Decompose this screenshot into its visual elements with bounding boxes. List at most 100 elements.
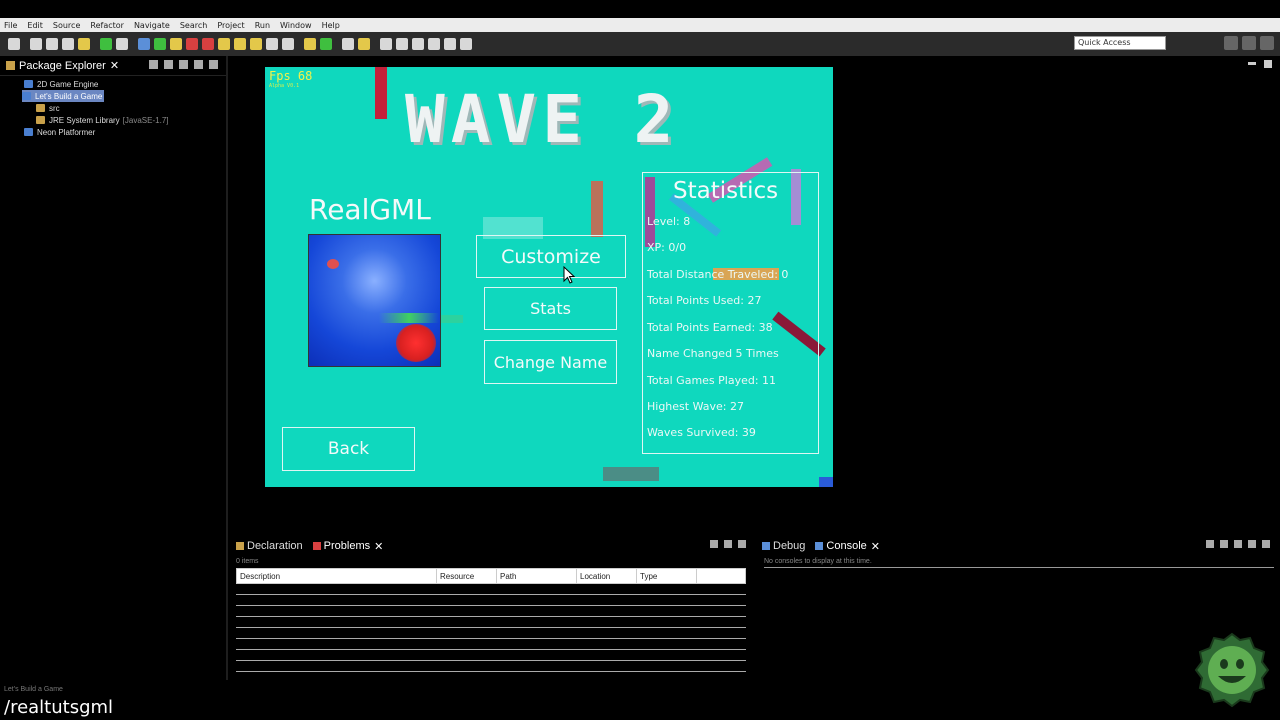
- pin-editor-icon[interactable]: [460, 38, 472, 50]
- menu-bar: File Edit Source Refactor Navigate Searc…: [0, 18, 1280, 32]
- table-row: [236, 639, 746, 650]
- decor-red-streak: [375, 67, 387, 119]
- tab-declaration[interactable]: Declaration: [234, 540, 305, 552]
- menu-edit[interactable]: Edit: [27, 21, 43, 30]
- decor-green-smear: [441, 315, 463, 323]
- table-row: [236, 617, 746, 628]
- skip-breakpoints-icon[interactable]: [138, 38, 150, 50]
- maximize-icon[interactable]: [209, 60, 218, 69]
- open-perspective-icon[interactable]: [1224, 36, 1238, 50]
- tree-item-label: 2D Game Engine: [37, 79, 99, 89]
- menu-project[interactable]: Project: [217, 21, 244, 30]
- minimize-icon[interactable]: [1248, 62, 1256, 65]
- new-icon[interactable]: [8, 38, 20, 50]
- previous-annotation-icon[interactable]: [396, 38, 408, 50]
- view-controls: [143, 60, 218, 69]
- tree-item-lets-build-a-game[interactable]: Let's Build a Game: [22, 90, 105, 102]
- statistics-panel: Statistics Level: 8 XP: 0/0 Total Distan…: [642, 172, 819, 454]
- resume-icon[interactable]: [154, 38, 166, 50]
- tab-label: Debug: [773, 540, 806, 552]
- menu-help[interactable]: Help: [322, 21, 340, 30]
- stat-points-used: Total Points Used: 27: [647, 294, 762, 307]
- close-icon[interactable]: ✕: [374, 540, 383, 553]
- print-icon[interactable]: [62, 38, 74, 50]
- tab-problems[interactable]: Problems ✕: [311, 540, 386, 553]
- tree-item-neon-platformer[interactable]: Neon Platformer: [24, 126, 95, 138]
- use-step-filters-icon[interactable]: [282, 38, 294, 50]
- column-description[interactable]: Description: [237, 569, 437, 583]
- quick-access-input[interactable]: Quick Access: [1074, 36, 1166, 50]
- menu-file[interactable]: File: [4, 21, 17, 30]
- tree-item-src[interactable]: src: [36, 102, 60, 114]
- project-icon: [24, 80, 33, 88]
- maximize-icon[interactable]: [738, 540, 746, 548]
- menu-window[interactable]: Window: [280, 21, 312, 30]
- column-resource[interactable]: Resource: [437, 569, 497, 583]
- forward-icon[interactable]: [444, 38, 456, 50]
- back-button[interactable]: Back: [282, 427, 415, 471]
- view-menu-icon[interactable]: [179, 60, 188, 69]
- minimize-icon[interactable]: [194, 60, 203, 69]
- open-console-icon[interactable]: [1206, 540, 1214, 548]
- stat-games-played: Total Games Played: 11: [647, 374, 777, 387]
- maximize-icon[interactable]: [1262, 540, 1270, 548]
- collapse-all-icon[interactable]: [149, 60, 158, 69]
- save-icon[interactable]: [30, 38, 42, 50]
- menu-search[interactable]: Search: [180, 21, 207, 30]
- debug-perspective-icon[interactable]: [1260, 36, 1274, 50]
- new-java-project-icon[interactable]: [304, 38, 316, 50]
- run-icon[interactable]: [100, 38, 112, 50]
- terminate-icon[interactable]: [186, 38, 198, 50]
- view-menu-icon[interactable]: [710, 540, 718, 548]
- game-canvas[interactable]: Fps 68 Alpha V0.1 WAVE 2 RealGML Customi…: [265, 67, 833, 487]
- tree-item-sublabel: [JavaSE-1.7]: [122, 115, 169, 125]
- tab-debug[interactable]: Debug: [760, 540, 807, 552]
- stats-button[interactable]: Stats: [484, 287, 617, 330]
- next-annotation-icon[interactable]: [380, 38, 392, 50]
- table-row: [236, 584, 746, 595]
- back-icon[interactable]: [428, 38, 440, 50]
- java-perspective-icon[interactable]: [1242, 36, 1256, 50]
- wave-title: WAVE 2: [405, 81, 680, 158]
- suspend-icon[interactable]: [170, 38, 182, 50]
- tab-console[interactable]: Console ✕: [813, 540, 882, 553]
- save-all-icon[interactable]: [46, 38, 58, 50]
- disconnect-icon[interactable]: [202, 38, 214, 50]
- package-explorer-tab[interactable]: Package Explorer ✕: [0, 56, 226, 76]
- debug-icon[interactable]: [116, 38, 128, 50]
- tab-label: Console: [826, 540, 867, 552]
- table-row: [236, 606, 746, 617]
- minimize-icon[interactable]: [724, 540, 732, 548]
- step-over-icon[interactable]: [234, 38, 246, 50]
- tree-item-jre-system-library[interactable]: JRE System Library [JavaSE-1.7]: [36, 114, 169, 126]
- menu-source[interactable]: Source: [53, 21, 80, 30]
- new-package-icon[interactable]: [320, 38, 332, 50]
- drop-to-frame-icon[interactable]: [266, 38, 278, 50]
- menu-run[interactable]: Run: [255, 21, 270, 30]
- column-type[interactable]: Type: [637, 569, 697, 583]
- close-icon[interactable]: ✕: [110, 59, 119, 72]
- decor-red-streak: [591, 181, 603, 237]
- last-edit-location-icon[interactable]: [412, 38, 424, 50]
- link-with-editor-icon[interactable]: [164, 60, 173, 69]
- close-icon[interactable]: ✕: [871, 540, 880, 553]
- step-return-icon[interactable]: [250, 38, 262, 50]
- maximize-icon[interactable]: [1264, 60, 1272, 68]
- column-path[interactable]: Path: [497, 569, 577, 583]
- change-name-button[interactable]: Change Name: [484, 340, 617, 384]
- customize-button[interactable]: Customize: [476, 235, 626, 278]
- search-icon[interactable]: [358, 38, 370, 50]
- minimize-icon[interactable]: [1248, 540, 1256, 548]
- display-selected-console-icon[interactable]: [1220, 540, 1228, 548]
- build-icon[interactable]: [78, 38, 90, 50]
- stat-name-changed: Name Changed 5 Times: [647, 347, 779, 360]
- menu-refactor[interactable]: Refactor: [90, 21, 124, 30]
- column-location[interactable]: Location: [577, 569, 637, 583]
- view-menu-icon[interactable]: [1234, 540, 1242, 548]
- tree-item-2d-game-engine[interactable]: 2D Game Engine: [24, 78, 98, 90]
- mascot-logo-icon: [1194, 632, 1270, 708]
- stat-level: Level: 8: [647, 215, 691, 228]
- menu-navigate[interactable]: Navigate: [134, 21, 170, 30]
- open-type-icon[interactable]: [342, 38, 354, 50]
- step-into-icon[interactable]: [218, 38, 230, 50]
